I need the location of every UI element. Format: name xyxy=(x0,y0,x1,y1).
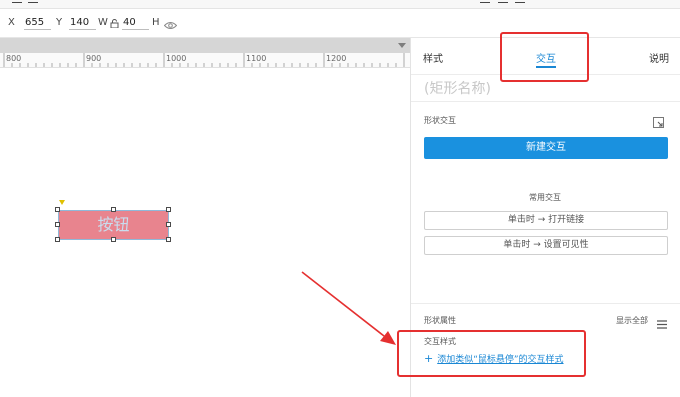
resize-handle[interactable] xyxy=(55,237,60,242)
common-interaction-set-visibility[interactable]: 单击时 → 设置可见性 xyxy=(424,236,668,255)
divider xyxy=(411,101,680,102)
button-widget[interactable]: 按钮 xyxy=(58,210,169,240)
resize-handle[interactable] xyxy=(166,207,171,212)
strip-fragment xyxy=(498,0,508,3)
annotation-box-tab xyxy=(500,32,589,82)
show-all-link[interactable]: 显示全部 xyxy=(616,315,648,326)
ruler-ticks xyxy=(3,53,405,67)
resize-handle[interactable] xyxy=(55,207,60,212)
expand-icon[interactable] xyxy=(653,113,664,128)
ruler-tick-label: 1100 xyxy=(246,54,267,63)
canvas-header-bar xyxy=(0,38,410,53)
y-field[interactable]: 140 xyxy=(69,17,96,30)
ruler-tick-label: 900 xyxy=(86,54,102,63)
annotation-box-style xyxy=(397,330,586,377)
x-field[interactable]: 655 xyxy=(24,17,51,30)
horizontal-ruler: 800 900 1000 1100 1200 xyxy=(0,53,410,68)
shape-name-input[interactable]: (矩形名称) xyxy=(424,78,491,98)
eye-icon[interactable] xyxy=(163,21,178,30)
lock-icon[interactable] xyxy=(110,19,119,29)
design-canvas[interactable]: 800 900 1000 1100 1200 按钮 xyxy=(0,38,410,397)
strip-fragment xyxy=(515,0,525,3)
strip-fragment xyxy=(28,0,38,3)
ruler-tick-label: 800 xyxy=(6,54,22,63)
resize-handle[interactable] xyxy=(111,237,116,242)
tab-notes[interactable]: 说明 xyxy=(649,50,669,65)
dropdown-arrow-icon[interactable] xyxy=(398,43,406,48)
rotation-handle-icon[interactable] xyxy=(59,200,65,205)
w-label: W xyxy=(98,17,108,28)
strip-fragment xyxy=(12,0,22,3)
ruler-tick-label: 1000 xyxy=(166,54,187,63)
tab-style[interactable]: 样式 xyxy=(423,50,443,65)
common-interaction-open-link[interactable]: 单击时 → 打开链接 xyxy=(424,211,668,230)
shape-interaction-label: 形状交互 xyxy=(424,116,456,125)
new-interaction-button[interactable]: 新建交互 xyxy=(424,137,668,159)
resize-handle[interactable] xyxy=(166,222,171,227)
resize-handle[interactable] xyxy=(111,207,116,212)
y-label: Y xyxy=(56,17,63,28)
title-strip xyxy=(0,0,680,9)
w-field[interactable]: 40 xyxy=(122,17,149,30)
h-label: H xyxy=(152,17,160,28)
shape-properties-label: 形状属性 xyxy=(424,316,456,325)
resize-handle[interactable] xyxy=(55,222,60,227)
strip-fragment xyxy=(480,0,490,3)
menu-icon[interactable] xyxy=(657,314,667,329)
resize-handle[interactable] xyxy=(166,237,171,242)
ruler-tick-label: 1200 xyxy=(326,54,347,63)
common-interactions-label: 常用交互 xyxy=(529,193,561,202)
button-widget-label: 按钮 xyxy=(97,215,130,234)
divider xyxy=(411,303,680,304)
x-label: X xyxy=(8,17,15,28)
